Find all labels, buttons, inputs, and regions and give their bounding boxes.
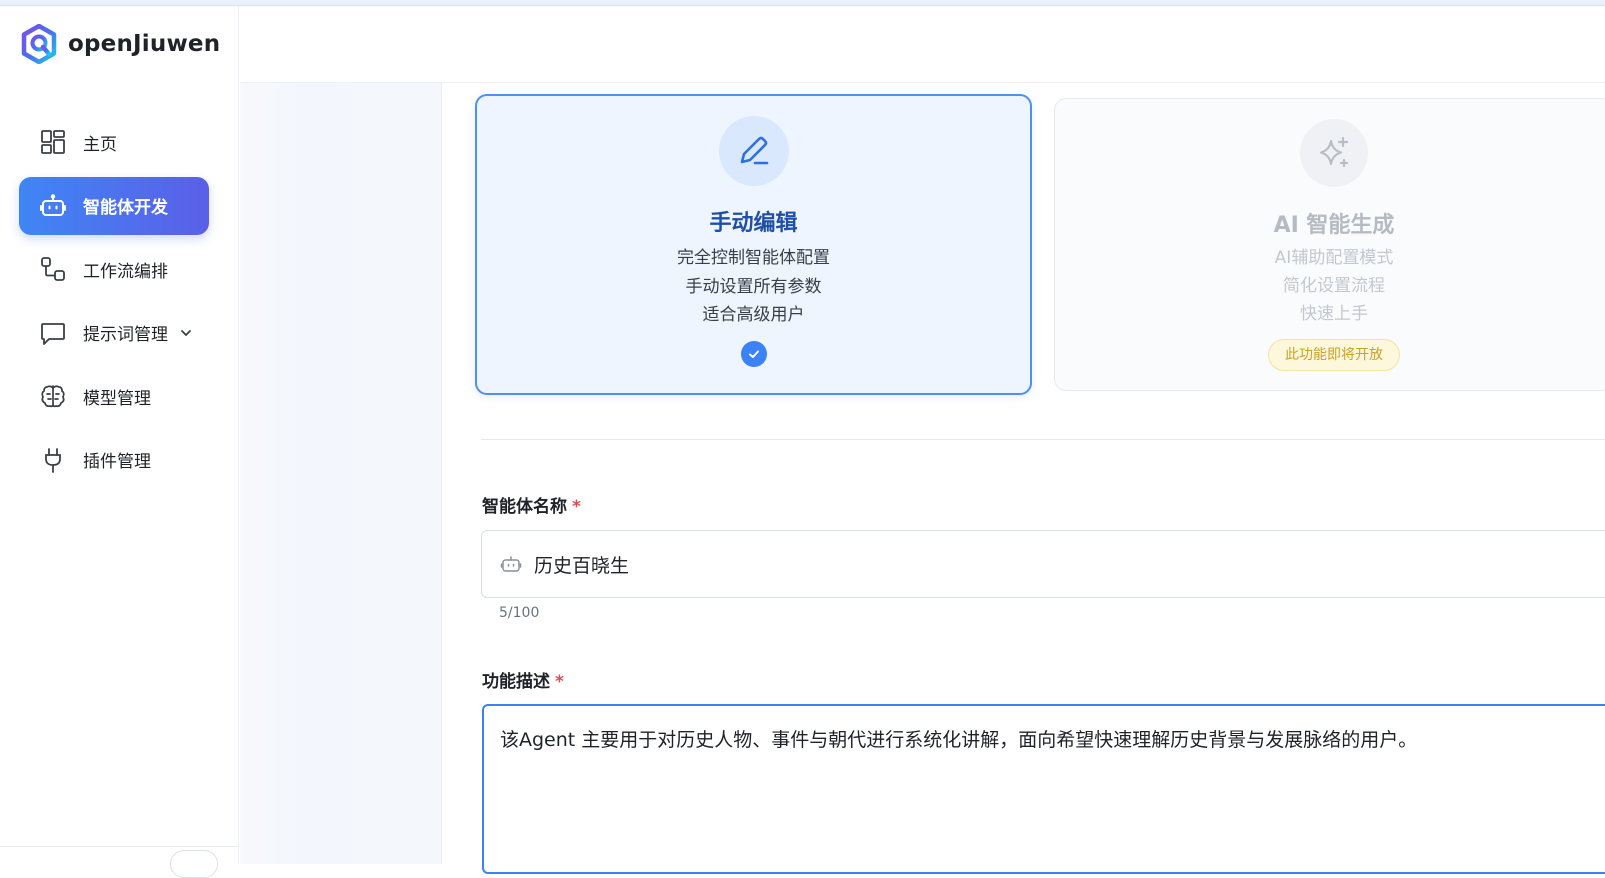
sidebar-item-plugins[interactable]: 插件管理 bbox=[19, 431, 209, 489]
top-header bbox=[240, 6, 1605, 83]
sidebar-item-label: 插件管理 bbox=[83, 452, 151, 472]
agent-name-char-counter: 5/100 bbox=[499, 605, 540, 621]
collapse-sidebar-button[interactable] bbox=[170, 850, 218, 878]
agent-name-label: 智能体名称 * bbox=[482, 492, 581, 517]
description-value: 该Agent 主要用于对历史人物、事件与朝代进行系统化讲解，面向希望快速理解历史… bbox=[500, 729, 1418, 751]
sidebar-item-label: 工作流编排 bbox=[83, 261, 168, 282]
pencil-icon bbox=[740, 136, 768, 165]
required-mark: * bbox=[572, 497, 581, 517]
secondary-panel bbox=[240, 83, 442, 864]
mode-card-ai: AI 智能生成 AI辅助配置模式 简化设置流程 快速上手 此功能即将开放 bbox=[1054, 98, 1605, 391]
sidebar-nav: 主页 智能体开发 工作流编排 提示词管理 模型管理 插件管理 bbox=[19, 113, 209, 494]
description-textarea[interactable]: 该Agent 主要用于对历史人物、事件与朝代进行系统化讲解，面向希望快速理解历史… bbox=[482, 704, 1605, 874]
robot-icon bbox=[40, 193, 66, 216]
sidebar-item-workflow[interactable]: 工作流编排 bbox=[19, 240, 209, 298]
agent-create-form: 手动编辑 完全控制智能体配置 手动设置所有参数 适合高级用户 AI 智能生成 A… bbox=[442, 83, 1605, 874]
section-divider bbox=[481, 439, 1605, 440]
manual-mode-line: 完全控制智能体配置 bbox=[677, 248, 830, 268]
manual-mode-title: 手动编辑 bbox=[709, 211, 798, 236]
sidebar-item-label: 智能体开发 bbox=[83, 198, 168, 218]
manual-mode-description: 完全控制智能体配置 手动设置所有参数 适合高级用户 bbox=[477, 244, 1030, 330]
ai-mode-title: AI 智能生成 bbox=[1273, 213, 1395, 238]
manual-mode-icon-wrap bbox=[718, 116, 789, 186]
openjiuwen-logo-icon bbox=[21, 24, 57, 64]
description-label: 功能描述 * bbox=[482, 667, 564, 692]
agent-name-label-text: 智能体名称 bbox=[482, 497, 567, 517]
ai-mode-line: AI辅助配置模式 bbox=[1274, 248, 1394, 268]
sidebar-item-label: 主页 bbox=[83, 134, 117, 155]
sidebar-item-agent-dev[interactable]: 智能体开发 bbox=[19, 176, 209, 235]
description-label-text: 功能描述 bbox=[482, 672, 550, 692]
dashboard-icon bbox=[41, 130, 65, 154]
agent-name-input[interactable]: 历史百晓生 bbox=[481, 530, 1605, 598]
mode-card-manual[interactable]: 手动编辑 完全控制智能体配置 手动设置所有参数 适合高级用户 bbox=[475, 94, 1032, 395]
workflow-icon bbox=[41, 257, 65, 281]
chat-bubble-icon bbox=[41, 322, 65, 345]
sidebar: openJiuwen 主页 智能体开发 工作流编排 提示词管理 模型管理 插件管… bbox=[0, 6, 239, 878]
manual-mode-line: 手动设置所有参数 bbox=[685, 276, 822, 297]
plug-icon bbox=[45, 447, 61, 473]
chevron-down-icon[interactable] bbox=[172, 326, 200, 340]
agent-name-value: 历史百晓生 bbox=[534, 554, 630, 577]
logo[interactable]: openJiuwen bbox=[19, 24, 220, 64]
brain-icon bbox=[41, 385, 65, 408]
ai-mode-line: 快速上手 bbox=[1300, 304, 1368, 324]
sparkle-icon bbox=[1319, 136, 1349, 168]
sidebar-item-home[interactable]: 主页 bbox=[19, 113, 209, 171]
sidebar-item-label: 模型管理 bbox=[83, 388, 151, 409]
ai-mode-line: 简化设置流程 bbox=[1283, 276, 1385, 296]
brand-name: openJiuwen bbox=[68, 31, 221, 57]
ai-mode-icon-wrap bbox=[1300, 119, 1368, 187]
manual-mode-line: 适合高级用户 bbox=[702, 305, 805, 325]
robot-icon bbox=[500, 556, 522, 572]
sidebar-item-models[interactable]: 模型管理 bbox=[19, 367, 209, 425]
coming-soon-badge: 此功能即将开放 bbox=[1268, 339, 1400, 371]
sidebar-item-prompts[interactable]: 提示词管理 bbox=[19, 304, 209, 362]
ai-mode-description: AI辅助配置模式 简化设置流程 快速上手 bbox=[1055, 244, 1605, 328]
selected-check-icon bbox=[740, 341, 767, 367]
required-mark: * bbox=[555, 672, 564, 692]
sidebar-footer bbox=[0, 846, 239, 878]
sidebar-item-label: 提示词管理 bbox=[83, 325, 168, 345]
